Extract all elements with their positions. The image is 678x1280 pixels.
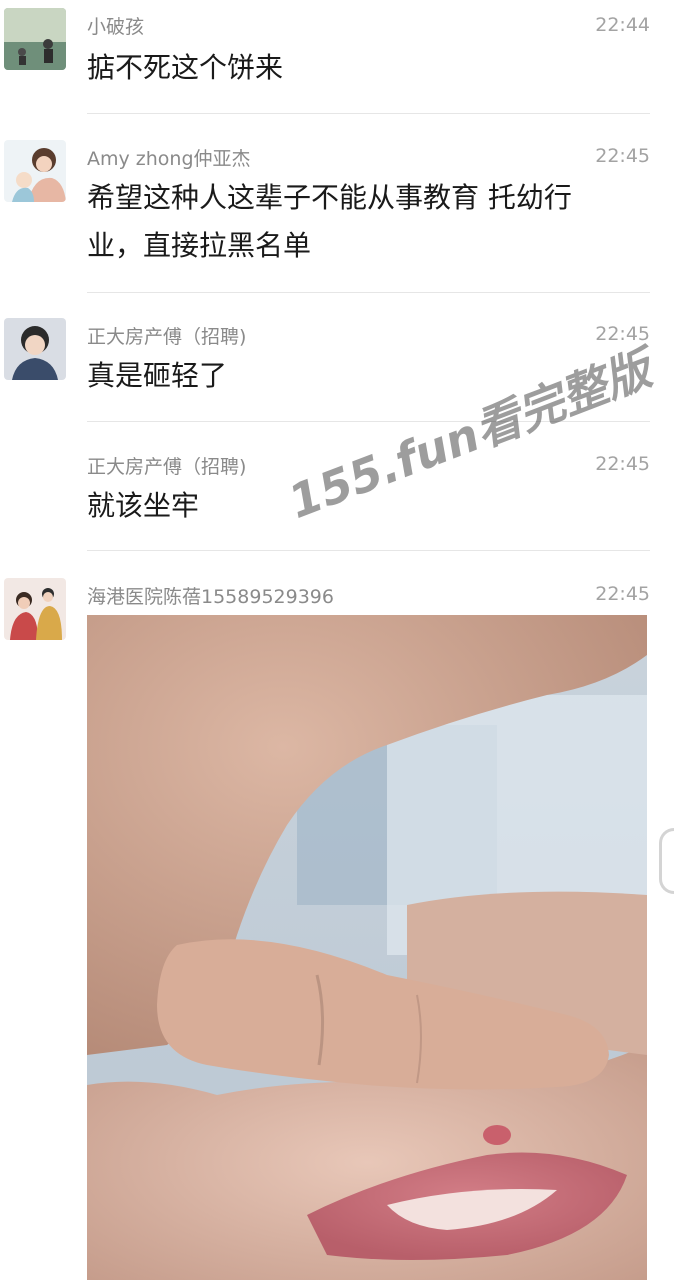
message-text: 希望这种人这辈子不能从事教育 托幼行业，直接拉黑名单 [87,181,572,262]
sender-name[interactable]: 正大房产傅（招聘) [87,322,246,349]
avatar[interactable] [4,8,66,70]
sender-name[interactable]: 小破孩 [87,12,144,39]
sender-name[interactable]: 海港医院陈蓓15589529396 [87,582,334,609]
divider [87,113,650,114]
divider [87,292,650,293]
timestamp: 22:45 [595,145,650,167]
sender-name[interactable]: Amy zhong仲亚杰 [87,144,251,171]
avatar[interactable] [4,578,66,640]
message-text: 掂不死这个饼来 [87,51,284,84]
timestamp: 22:45 [595,583,650,605]
divider [87,550,650,551]
avatar[interactable] [4,140,66,202]
scroll-indicator [659,828,674,894]
timestamp: 22:44 [595,14,650,36]
timestamp: 22:45 [595,453,650,475]
attached-photo[interactable] [87,615,647,1280]
avatar[interactable] [4,318,66,380]
sender-name[interactable]: 正大房产傅（招聘) [87,452,246,479]
